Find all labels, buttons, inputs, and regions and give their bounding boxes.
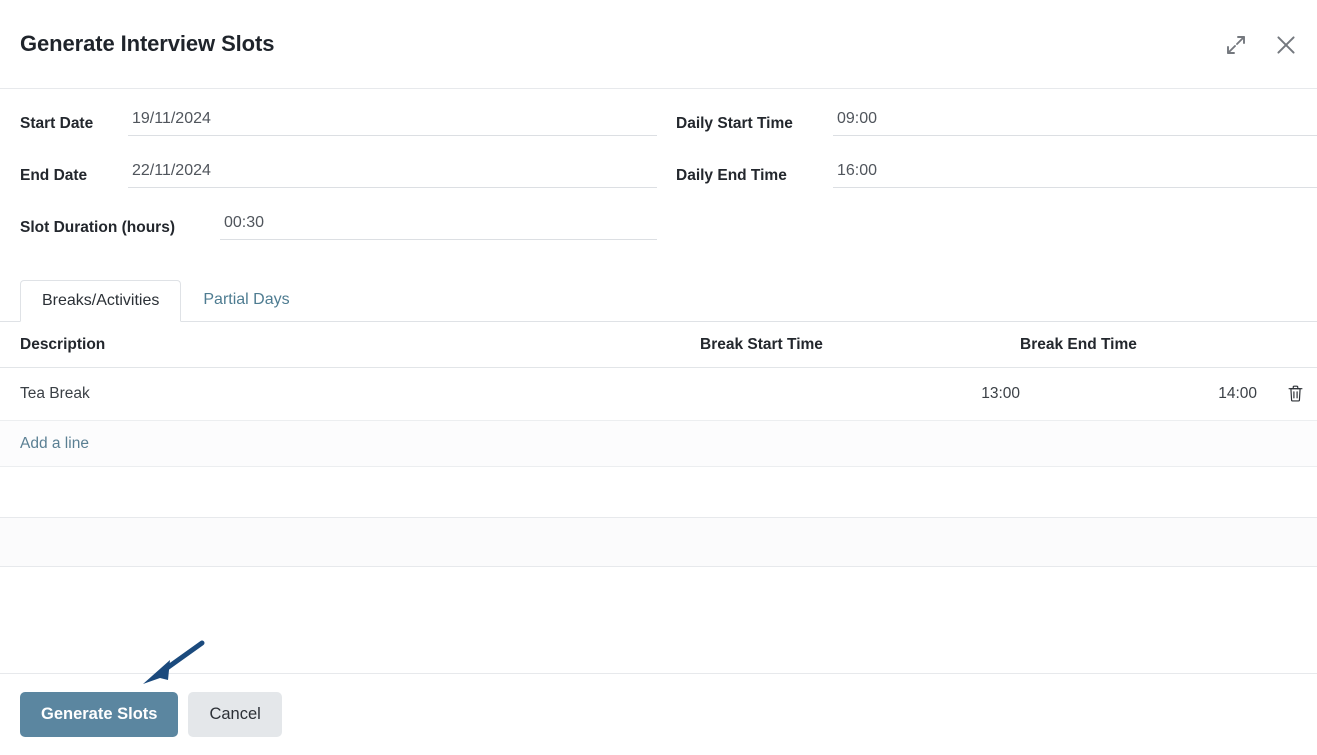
generate-slots-button[interactable]: Generate Slots: [20, 692, 179, 737]
field-slot-duration: Slot Duration (hours): [20, 211, 657, 263]
tab-breaks-activities[interactable]: Breaks/Activities: [20, 279, 182, 322]
add-a-line-link[interactable]: Add a line: [0, 435, 89, 452]
tab-strip: Breaks/Activities Partial Days: [0, 277, 1317, 322]
column-header-actions: [1277, 322, 1317, 368]
expand-diagonal-icon[interactable]: [1219, 28, 1253, 62]
generate-interview-slots-dialog: Generate Interview Slots Start Date 19/1…: [0, 0, 1317, 755]
field-input-wrap-daily-start-time: [833, 107, 1317, 136]
field-label-daily-end-time: Daily End Time: [676, 167, 787, 184]
cell-break-start-time[interactable]: 13:00: [700, 367, 1020, 421]
field-input-wrap-slot-duration: [220, 211, 657, 240]
table-row[interactable]: Tea Break 13:00 14:00: [0, 367, 1317, 421]
daily-end-time-input[interactable]: [833, 159, 1317, 188]
field-label-daily-start-time: Daily Start Time: [676, 115, 793, 132]
field-daily-start-time: Daily Start Time: [676, 107, 1317, 159]
end-date-input[interactable]: [128, 159, 657, 188]
tab-partial-days[interactable]: Partial Days: [181, 279, 311, 321]
cell-break-end-time[interactable]: 14:00: [1020, 367, 1277, 421]
field-label-start-date: Start Date: [20, 115, 94, 132]
form-columns: Start Date End Date Slot Duration (hours…: [20, 107, 1317, 263]
field-input-wrap-end-date: [128, 159, 657, 188]
table-header-row: Description Break Start Time Break End T…: [0, 322, 1317, 368]
cell-description[interactable]: Tea Break: [0, 367, 700, 421]
sheet-gray-band: [0, 516, 1317, 567]
column-header-break-start-time: Break Start Time: [700, 322, 1020, 368]
sheet-lower-spacer: [0, 566, 1317, 673]
field-end-date: End Date: [20, 159, 657, 211]
start-date-input[interactable]: [128, 107, 657, 136]
cell-delete-action: [1277, 367, 1317, 421]
field-start-date: Start Date: [20, 107, 657, 159]
add-line-cell: Add a line: [0, 420, 1317, 467]
table-bottom-spacer: [0, 466, 1317, 517]
daily-start-time-input[interactable]: [833, 107, 1317, 136]
field-label-end-date: End Date: [20, 167, 88, 184]
field-input-wrap-start-date: [128, 107, 657, 136]
close-icon[interactable]: [1269, 28, 1303, 62]
dialog-header: Generate Interview Slots: [0, 0, 1317, 89]
form-column-left: Start Date End Date Slot Duration (hours…: [20, 107, 657, 263]
header-actions: [1219, 28, 1303, 62]
trash-icon[interactable]: [1285, 382, 1305, 404]
slot-duration-input[interactable]: [220, 211, 657, 240]
dialog-footer: Generate Slots Cancel: [0, 673, 1317, 755]
page-title: Generate Interview Slots: [20, 31, 275, 56]
notebook: Breaks/Activities Partial Days Descripti…: [0, 277, 1317, 673]
form-sheet: Start Date End Date Slot Duration (hours…: [0, 89, 1317, 263]
breaks-table: Description Break Start Time Break End T…: [0, 322, 1317, 467]
column-header-break-end-time: Break End Time: [1020, 322, 1277, 368]
field-daily-end-time: Daily End Time: [676, 159, 1317, 211]
column-header-description: Description: [0, 322, 700, 368]
add-line-row[interactable]: Add a line: [0, 420, 1317, 467]
cancel-button[interactable]: Cancel: [188, 692, 282, 737]
field-label-slot-duration: Slot Duration (hours): [20, 219, 175, 236]
form-column-right: Daily Start Time Daily End Time: [657, 107, 1317, 263]
field-input-wrap-daily-end-time: [833, 159, 1317, 188]
